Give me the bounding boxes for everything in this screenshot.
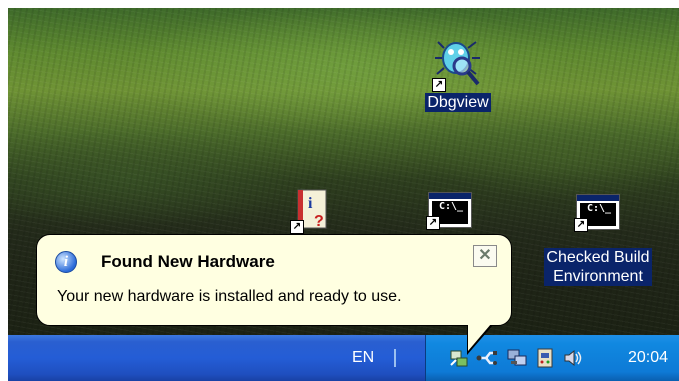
network-connection-icon[interactable] <box>506 347 528 369</box>
checked-build-label-line1: Checked Build <box>546 249 650 266</box>
found-new-hardware-balloon[interactable]: i Found New Hardware Your new hardware i… <box>36 234 512 355</box>
info-icon: i <box>55 251 77 273</box>
console-shortcut[interactable]: C:\_ ↗ <box>426 192 474 230</box>
shortcut-arrow-icon: ↗ <box>290 220 304 234</box>
svg-text:i: i <box>308 195 313 212</box>
language-indicator[interactable]: EN <box>352 349 374 367</box>
svg-text:?: ? <box>314 213 324 230</box>
close-button[interactable]: ✕ <box>473 245 497 267</box>
clock[interactable]: 20:04 <box>628 349 668 367</box>
bug-magnifier-icon: ↗ <box>432 34 482 92</box>
checked-build-label: Checked Build Environment <box>544 248 652 286</box>
shortcut-arrow-icon: ↗ <box>432 78 446 92</box>
help-document-shortcut[interactable]: i ? ↗ <box>286 188 338 234</box>
balloon-text: Your new hardware is installed and ready… <box>57 288 402 305</box>
volume-icon[interactable] <box>562 347 584 369</box>
dbgview-shortcut[interactable]: ↗ Dbgview <box>416 34 500 112</box>
dbgview-label: Dbgview <box>425 93 491 112</box>
checked-build-environment-shortcut[interactable]: C:\_ ↗ Checked Build Environment <box>532 194 664 286</box>
console-icon: C:\_ ↗ <box>574 194 620 232</box>
system-tray: 20:04 <box>425 335 679 381</box>
usb-device-icon[interactable] <box>534 347 556 369</box>
help-document-icon: i ? ↗ <box>290 188 332 234</box>
shortcut-arrow-icon: ↗ <box>426 216 440 230</box>
shortcut-arrow-icon: ↗ <box>574 218 588 232</box>
checked-build-label-line2: Environment <box>553 268 643 285</box>
taskbar: EN 20:04 <box>8 335 679 381</box>
balloon-tail-fill <box>468 324 491 351</box>
balloon-title: Found New Hardware <box>101 252 275 271</box>
tray-separator <box>394 349 396 367</box>
console-icon: C:\_ ↗ <box>426 192 472 230</box>
